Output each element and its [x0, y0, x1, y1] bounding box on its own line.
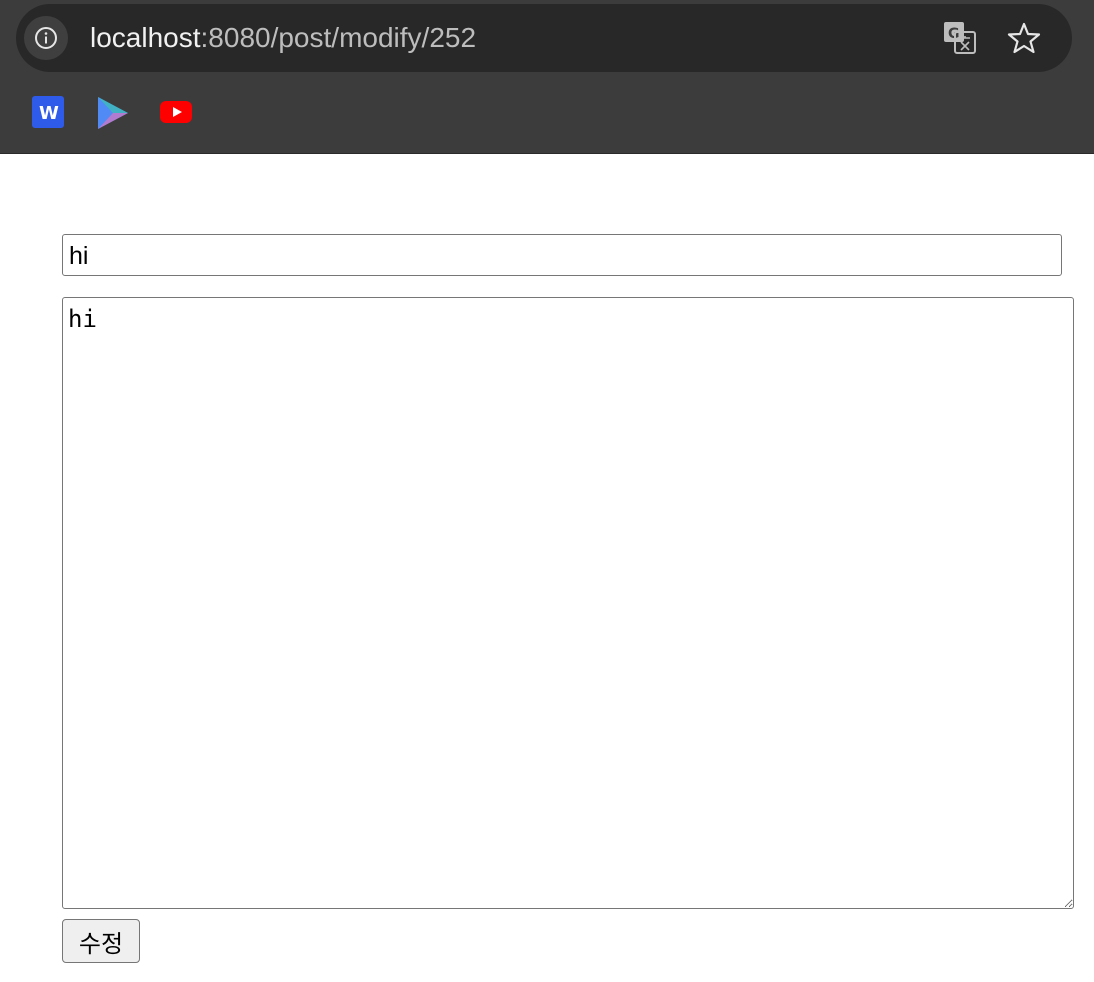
- svg-text:W: W: [39, 103, 59, 124]
- modify-submit-button[interactable]: 수정: [62, 919, 140, 963]
- site-info-button[interactable]: [24, 16, 68, 60]
- url-path: :8080/post/modify/252: [200, 22, 477, 53]
- title-input[interactable]: [62, 234, 1062, 276]
- url-text[interactable]: localhost:8080/post/modify/252: [90, 20, 476, 56]
- info-icon: [35, 27, 57, 49]
- browser-chrome: localhost:8080/post/modify/252 G W: [0, 0, 1094, 154]
- translate-icon[interactable]: G: [942, 20, 978, 56]
- content-textarea[interactable]: hi: [62, 297, 1074, 909]
- url-host: localhost: [90, 22, 201, 53]
- w-app-icon[interactable]: W: [32, 96, 64, 128]
- address-bar[interactable]: localhost:8080/post/modify/252 G: [16, 4, 1072, 72]
- star-icon[interactable]: [1006, 20, 1042, 56]
- youtube-icon[interactable]: [160, 96, 192, 128]
- svg-text:G: G: [948, 26, 960, 42]
- play-store-icon[interactable]: [96, 96, 130, 130]
